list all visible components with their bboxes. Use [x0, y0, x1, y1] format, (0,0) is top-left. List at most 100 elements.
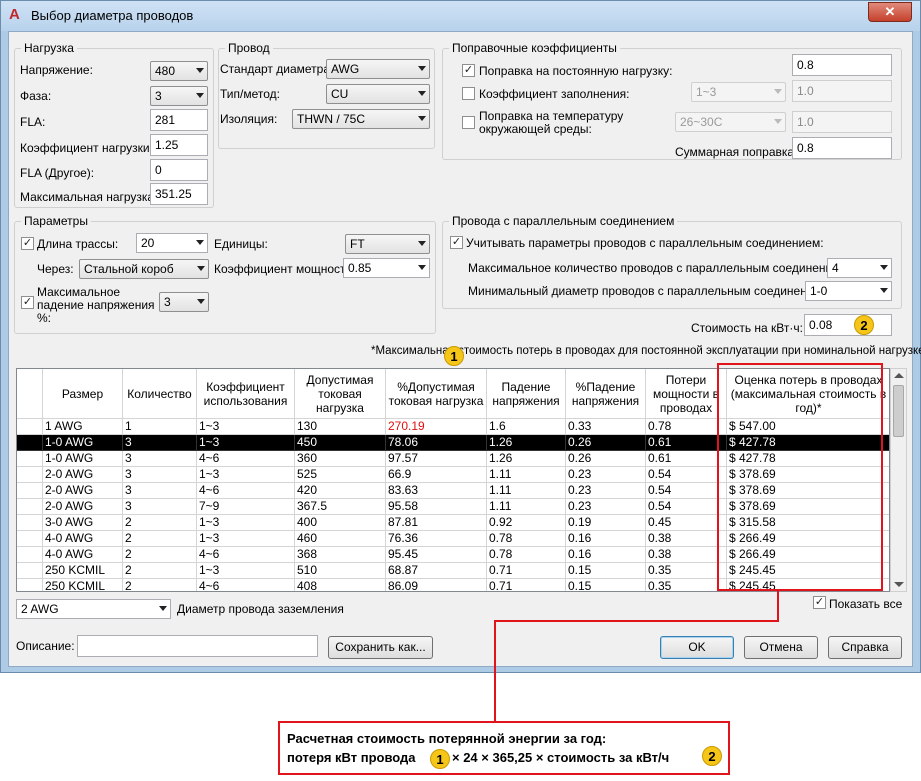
row-header[interactable] — [17, 563, 43, 579]
fill-field[interactable]: 1.0 — [792, 80, 892, 102]
vdrop-checkbox[interactable]: ✓ — [21, 296, 34, 309]
description-field[interactable] — [77, 635, 318, 657]
row-header[interactable] — [17, 531, 43, 547]
temp-select[interactable]: 26~30C — [675, 112, 786, 132]
table-cell: 1.11 — [487, 467, 566, 483]
standard-select[interactable]: AWG — [326, 59, 430, 79]
fla-other-field[interactable]: 0 — [150, 159, 208, 181]
callout-2: 2 — [854, 315, 874, 335]
scroll-thumb[interactable] — [893, 385, 904, 437]
chevron-down-icon — [774, 89, 782, 94]
table-cell: 368 — [295, 547, 386, 563]
load-factor-field[interactable]: 1.25 — [150, 134, 208, 156]
row-header[interactable] — [17, 579, 43, 591]
ok-button[interactable]: OK — [660, 636, 734, 659]
table-cell: 66.9 — [386, 467, 487, 483]
power-factor-label: Коэффициент мощности: — [214, 262, 356, 276]
grid-header-2[interactable]: Коэффициент использования — [197, 369, 295, 419]
table-cell: 1~3 — [197, 435, 295, 451]
table-cell: 2-0 AWG — [43, 467, 123, 483]
row-header[interactable] — [17, 467, 43, 483]
grid-header-0[interactable]: Размер — [43, 369, 123, 419]
row-header[interactable] — [17, 451, 43, 467]
table-cell: 4~6 — [197, 483, 295, 499]
row-header[interactable] — [17, 483, 43, 499]
continuous-checkbox[interactable]: ✓ — [462, 64, 475, 77]
description-label: Описание: — [16, 639, 75, 653]
run-length-select[interactable]: 20 — [136, 233, 208, 253]
table-cell: 4~6 — [197, 579, 295, 591]
grid-header-7[interactable]: Потери мощности в проводах — [646, 369, 727, 419]
ground-size-select[interactable]: 2 AWG — [16, 599, 171, 619]
title-bar[interactable]: A Выбор диаметра проводов ✕ — [1, 1, 920, 31]
table-cell: 0.61 — [646, 435, 727, 451]
min-size-select[interactable]: 1-0 — [805, 281, 892, 301]
insulation-select[interactable]: THWN / 75C — [292, 109, 430, 129]
row-header[interactable] — [17, 419, 43, 435]
show-all-checkbox[interactable]: ✓ — [813, 596, 826, 609]
table-cell: 2-0 AWG — [43, 499, 123, 515]
power-factor-select[interactable]: 0.85 — [343, 258, 430, 278]
temp-field[interactable]: 1.0 — [792, 111, 892, 133]
formula-box — [278, 721, 730, 775]
grid-scrollbar[interactable] — [890, 368, 907, 592]
table-cell: 420 — [295, 483, 386, 499]
show-all-label: Показать все — [829, 597, 903, 611]
parallel-checkbox[interactable]: ✓ — [450, 236, 463, 249]
grid-header-5[interactable]: Падение напряжения — [487, 369, 566, 419]
voltage-select[interactable]: 480 — [150, 61, 208, 81]
table-cell: 1.26 — [487, 451, 566, 467]
grid-header-4[interactable]: %Допустимая токовая нагрузка — [386, 369, 487, 419]
phase-label: Фаза: — [20, 89, 52, 103]
fill-label: Коэффициент заполнения: — [479, 87, 630, 101]
total-correction-label: Суммарная поправка: — [675, 145, 798, 159]
chevron-down-icon — [418, 66, 426, 71]
table-cell: 4~6 — [197, 451, 295, 467]
chevron-down-icon — [196, 93, 204, 98]
chevron-down-icon — [418, 265, 426, 270]
row-header[interactable] — [17, 435, 43, 451]
save-as-button[interactable]: Сохранить как... — [328, 636, 433, 659]
table-cell: 0.35 — [646, 563, 727, 579]
scroll-up-icon[interactable] — [894, 373, 904, 378]
row-header[interactable] — [17, 547, 43, 563]
close-button[interactable]: ✕ — [868, 2, 912, 22]
total-correction-field: 0.8 — [792, 137, 892, 159]
chevron-down-icon — [197, 299, 205, 304]
table-cell: 2 — [123, 531, 197, 547]
grid-header-6[interactable]: %Падение напряжения — [566, 369, 646, 419]
continuous-field[interactable]: 0.8 — [792, 54, 892, 76]
chevron-down-icon — [197, 266, 205, 271]
cost-field[interactable]: 0.08 — [804, 314, 892, 336]
run-length-checkbox[interactable]: ✓ — [21, 237, 34, 250]
table-cell: 3 — [123, 483, 197, 499]
grid-header-1[interactable]: Количество — [123, 369, 197, 419]
via-select[interactable]: Стальной короб — [79, 259, 209, 279]
grid-header-3[interactable]: Допустимая токовая нагрузка — [295, 369, 386, 419]
help-button[interactable]: Справка — [828, 636, 902, 659]
fla-field[interactable]: 281 — [150, 109, 208, 131]
vdrop-select[interactable]: 3 — [159, 292, 209, 312]
max-count-select[interactable]: 4 — [827, 258, 892, 278]
table-cell: 4-0 AWG — [43, 531, 123, 547]
row-header[interactable] — [17, 499, 43, 515]
table-cell: 2 — [123, 563, 197, 579]
table-cell: 86.09 — [386, 579, 487, 591]
table-cell: 130 — [295, 419, 386, 435]
type-select[interactable]: CU — [326, 84, 430, 104]
table-cell: 360 — [295, 451, 386, 467]
table-cell: 3 — [123, 451, 197, 467]
chevron-down-icon — [418, 241, 426, 246]
fill-checkbox[interactable] — [462, 87, 475, 100]
fill-select[interactable]: 1~3 — [691, 82, 786, 102]
table-cell: 3 — [123, 499, 197, 515]
cancel-button[interactable]: Отмена — [744, 636, 818, 659]
units-select[interactable]: FT — [345, 234, 430, 254]
row-header[interactable] — [17, 515, 43, 531]
temp-checkbox[interactable] — [462, 116, 475, 129]
scroll-down-icon[interactable] — [894, 582, 904, 587]
phase-select[interactable]: 3 — [150, 86, 208, 106]
table-cell: 0.71 — [487, 579, 566, 591]
table-cell: 0.45 — [646, 515, 727, 531]
table-cell: 0.54 — [646, 467, 727, 483]
